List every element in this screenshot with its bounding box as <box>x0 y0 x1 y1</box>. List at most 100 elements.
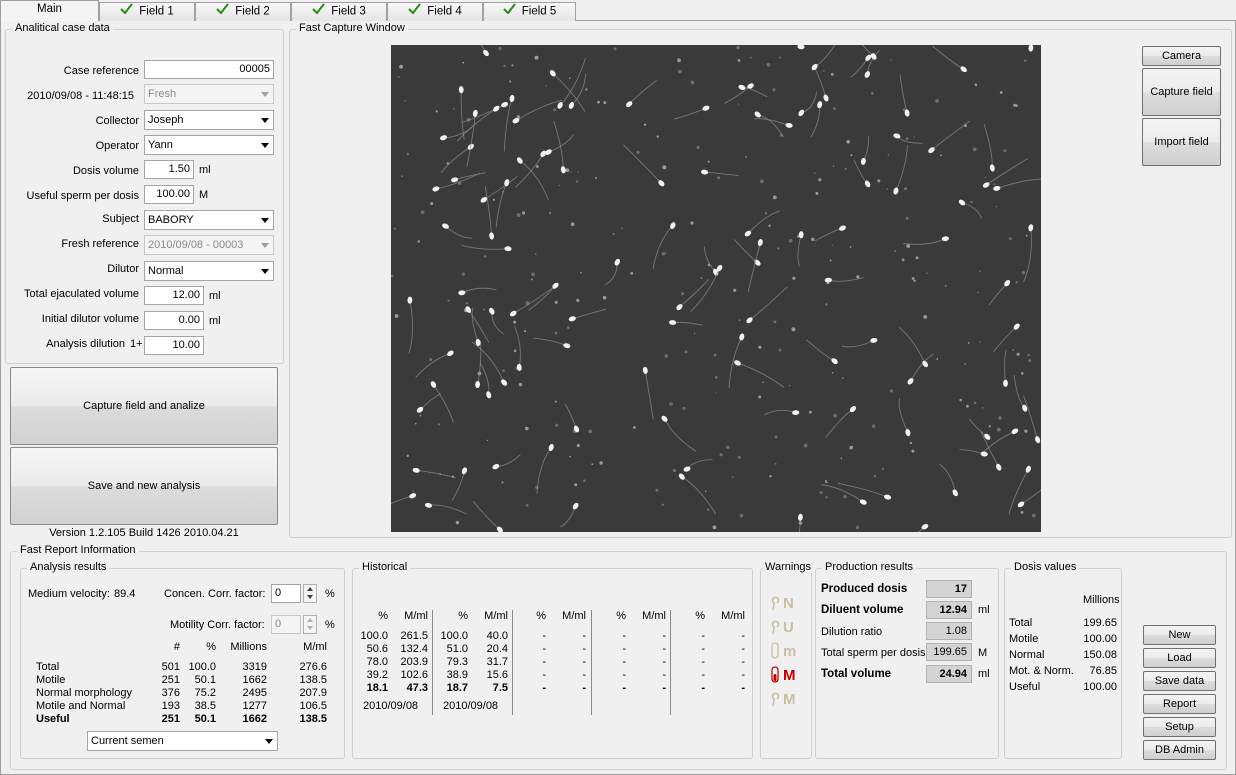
chevron-down-icon <box>261 218 269 223</box>
initial-dilutor-field[interactable]: 0.00 <box>144 311 204 330</box>
hist-mml-cell: 261.5 <box>400 630 428 642</box>
row-pct: 38.5 <box>194 700 216 712</box>
subject-select[interactable]: BABORY <box>144 210 274 230</box>
tab-field-3[interactable]: Field 3 <box>291 2 387 21</box>
tab-main[interactable]: Main <box>0 0 99 21</box>
operator-label: Operator <box>95 140 139 152</box>
capture-analyze-button[interactable]: Capture field and analize <box>10 367 278 445</box>
concen-corr-stepper[interactable] <box>303 584 317 603</box>
save-data-button[interactable]: Save data <box>1143 671 1216 691</box>
hist-pct-cell: 39.2 <box>366 669 388 681</box>
tab-field-5[interactable]: Field 5 <box>483 2 576 21</box>
hist-mml-cell: - <box>582 669 586 681</box>
hist-mml-header: M/ml <box>721 610 745 622</box>
dosis-row-label: Normal <box>1009 649 1045 661</box>
new-button[interactable]: New <box>1143 625 1216 645</box>
report-title: Fast Report Information <box>17 544 139 556</box>
row-millions: 1662 <box>242 713 267 725</box>
total-ejaculated-unit: ml <box>209 290 221 302</box>
dilution-ratio-label: Dilution ratio <box>821 626 883 638</box>
hist-mml-header: M/ml <box>562 610 586 622</box>
motility-corr-stepper <box>303 615 317 634</box>
hist-pct-cell: - <box>542 682 546 694</box>
check-icon <box>216 3 230 20</box>
operator-select[interactable]: Yann <box>144 135 274 155</box>
hist-pct-cell: - <box>701 643 705 655</box>
chevron-down-icon <box>261 118 269 123</box>
tab-bar: Main Field 1 Field 2 Field 3 Field 4 Fie… <box>0 0 1236 21</box>
medium-velocity-label: Medium velocity: <box>28 588 110 600</box>
spin-up-icon[interactable] <box>304 585 316 593</box>
collector-select[interactable]: Joseph <box>144 110 274 130</box>
dosis-row-label: Mot. & Norm. <box>1009 665 1074 677</box>
tab-field-1[interactable]: Field 1 <box>99 2 195 21</box>
column-divider <box>512 610 513 715</box>
dosis-volume-label: Dosis volume <box>72 165 139 177</box>
case-reference-field[interactable]: 00005 <box>144 60 274 79</box>
analysis-results-title: Analysis results <box>27 561 110 573</box>
total-sperm-label: Total sperm per dosis <box>821 647 926 659</box>
tab-field-2[interactable]: Field 2 <box>195 2 291 21</box>
setup-button[interactable]: Setup <box>1143 717 1216 737</box>
dosis-row-label: Total <box>1009 617 1033 629</box>
subject-label: Subject <box>102 213 139 225</box>
row-label: Normal morphology <box>36 687 132 699</box>
hist-mml-cell: - <box>582 630 586 642</box>
hist-mml-cell: - <box>741 682 745 694</box>
row-mml: 106.5 <box>299 700 327 712</box>
total-sperm-unit: M <box>978 647 988 659</box>
save-new-button[interactable]: Save and new analysis <box>10 447 278 525</box>
warning-m-icon: M <box>770 666 806 686</box>
camera-button[interactable]: Camera <box>1142 46 1221 66</box>
report-button[interactable]: Report <box>1143 694 1216 714</box>
semen-select[interactable]: Current semen <box>87 731 278 751</box>
hist-mml-cell: 7.5 <box>492 682 508 694</box>
dosis-volume-field[interactable]: 1.50 <box>144 160 194 179</box>
initial-dilutor-label: Initial dilutor volume <box>41 313 139 325</box>
hist-pct-cell: - <box>701 656 705 668</box>
tab-label: Main <box>37 3 62 15</box>
hist-pct-cell: 79.3 <box>446 656 468 668</box>
hist-pct-cell: 50.6 <box>366 643 388 655</box>
total-ejaculated-field[interactable]: 12.00 <box>144 286 204 305</box>
collector-label: Collector <box>95 115 139 127</box>
warning-letter: M <box>783 667 796 684</box>
sperm-field-image <box>391 45 1041 532</box>
row-count: 501 <box>161 661 180 673</box>
row-label: Motile and Normal <box>36 700 126 712</box>
concen-corr-label: Concen. Corr. factor: <box>164 588 266 600</box>
dilutor-label: Dilutor <box>107 263 139 275</box>
concen-corr-field[interactable]: 0 <box>271 584 301 603</box>
dosis-values-header: Millions <box>1083 594 1120 606</box>
load-button[interactable]: Load <box>1143 648 1216 668</box>
hist-mml-cell: 102.6 <box>400 669 428 681</box>
db-admin-button[interactable]: DB Admin <box>1143 740 1216 760</box>
hist-pct-cell: - <box>542 669 546 681</box>
dilutor-select[interactable]: Normal <box>144 261 274 281</box>
row-mml: 138.5 <box>299 713 327 725</box>
spin-up-icon <box>304 616 316 624</box>
import-field-button[interactable]: Import field <box>1142 118 1221 166</box>
fresh-reference-label: Fresh reference <box>61 238 139 250</box>
produced-dosis-value: 17 <box>926 580 972 598</box>
hist-pct-header: % <box>695 610 705 622</box>
hist-mml-header: M/ml <box>404 610 428 622</box>
hist-pct-cell: - <box>622 682 626 694</box>
motility-corr-label: Motility Corr. factor: <box>170 619 265 631</box>
hist-pct-cell: - <box>701 682 705 694</box>
dosis-row-value: 150.08 <box>1083 649 1117 661</box>
hist-mml-cell: - <box>741 656 745 668</box>
analysis-dilution-field[interactable]: 10.00 <box>144 336 204 355</box>
row-label: Total <box>36 661 60 673</box>
hist-mml-cell: - <box>741 630 745 642</box>
hist-pct-cell: 38.9 <box>446 669 468 681</box>
total-volume-unit: ml <box>978 668 990 680</box>
capture-field-button[interactable]: Capture field <box>1142 68 1221 116</box>
hist-pct-cell: - <box>622 630 626 642</box>
column-divider <box>591 610 592 715</box>
row-count: 251 <box>161 674 180 686</box>
spin-down-icon[interactable] <box>304 593 316 601</box>
diluent-volume-unit: ml <box>978 604 990 616</box>
tab-field-4[interactable]: Field 4 <box>387 2 483 21</box>
useful-sperm-field[interactable]: 100.00 <box>144 185 194 204</box>
